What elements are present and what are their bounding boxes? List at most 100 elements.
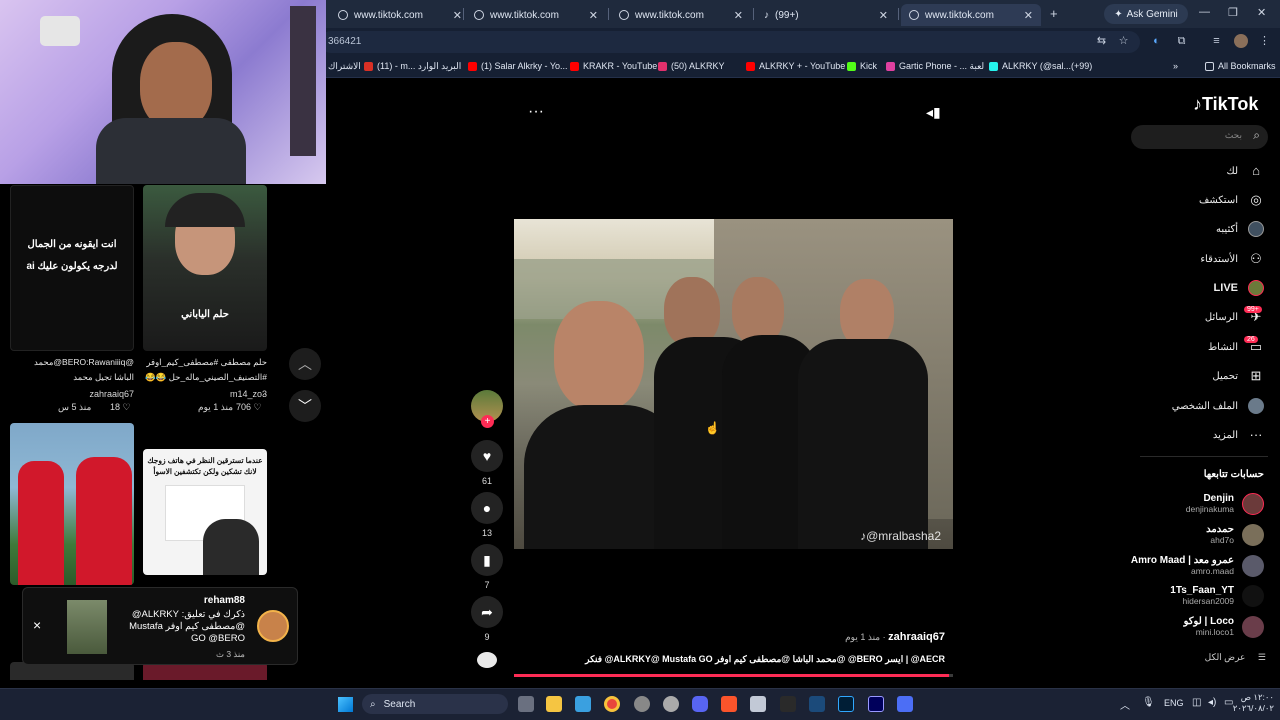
bookmark-item[interactable]: KRAKR - YouTube xyxy=(570,61,657,71)
browser-tab-2[interactable]: www.tiktok.com ✕ xyxy=(466,4,606,26)
account-avatar[interactable] xyxy=(1242,585,1264,607)
followed-account[interactable]: Amro Maad | عمرو معد amro.maad xyxy=(1100,555,1234,576)
bookmark-item[interactable]: الاشتراك xyxy=(328,61,361,72)
store-icon[interactable] xyxy=(575,696,591,712)
volume-icon[interactable]: ◂) xyxy=(1208,697,1216,708)
close-tab-icon[interactable]: ✕ xyxy=(734,9,743,22)
share-button[interactable]: ➦ xyxy=(471,596,503,628)
video-author[interactable]: zahraaiq67 xyxy=(60,389,134,399)
followed-account[interactable]: 1Ts_Faan_YT hidersan2009 xyxy=(1100,585,1234,606)
bookmark-item[interactable]: ALKRKY (@sal...(+99) xyxy=(989,61,1092,71)
menu-kebab-icon[interactable]: ⋮ xyxy=(1258,35,1271,48)
browser-tab-5-active[interactable]: www.tiktok.com ✕ xyxy=(901,4,1041,26)
bookmark-star-icon[interactable]: ☆ xyxy=(1117,35,1130,48)
notification-toast[interactable]: × reham88 ذكرك في تعليق: ALKRKY@ @مصطفى … xyxy=(22,587,298,665)
video-caption[interactable]: @BERO:Rawaniiiq@محمد الباشا تجيل محمد xyxy=(12,355,134,385)
nav-item-upload[interactable]: ⊞ تحميل xyxy=(1212,368,1264,384)
nav-item-live[interactable]: LIVE xyxy=(1214,280,1264,296)
bookmark-item[interactable]: Gartic Phone - ... لعبة xyxy=(886,61,984,72)
close-tab-icon[interactable]: ✕ xyxy=(453,9,462,22)
close-tab-icon[interactable]: ✕ xyxy=(589,9,598,22)
search-input[interactable]: بحث ⌕ xyxy=(1131,125,1268,149)
nav-item-profile[interactable]: الملف الشخصي xyxy=(1172,398,1264,414)
bookmark-item[interactable]: ALKRKY + - YouTube xyxy=(746,61,845,71)
like-button[interactable]: ♥ xyxy=(471,440,503,472)
url-text[interactable]: 366421 xyxy=(328,36,361,47)
account-avatar[interactable] xyxy=(1242,555,1264,577)
minimize-icon[interactable]: — xyxy=(1199,6,1210,18)
tray-chevron-icon[interactable]: ︿ xyxy=(1120,697,1130,712)
address-bar[interactable] xyxy=(320,31,1140,53)
app-icon[interactable] xyxy=(663,696,679,712)
see-all-following[interactable]: عرض الكل ☰ xyxy=(1180,652,1266,663)
language-indicator[interactable]: ENG xyxy=(1164,698,1184,708)
taskbar-search[interactable]: ⌕ Search xyxy=(362,694,508,714)
progress-track[interactable] xyxy=(514,674,953,677)
video-thumbnail[interactable]: انت ايقونه من الجمال لدرجه يكولون عليك a… xyxy=(10,185,134,351)
chrome-icon[interactable] xyxy=(604,696,620,712)
browser-tab-1[interactable]: www.tiktok.com ✕ xyxy=(330,4,470,26)
extension-icon[interactable]: ◐ xyxy=(1150,35,1163,48)
account-avatar[interactable] xyxy=(1242,524,1264,546)
followed-account[interactable]: Denjin denjinakuma xyxy=(1100,493,1234,514)
video-thumbnail[interactable] xyxy=(10,423,134,585)
comment-button[interactable]: ● xyxy=(471,492,503,524)
follow-plus-icon[interactable]: + xyxy=(481,415,494,428)
nav-item-for-you[interactable]: ⌂ لك xyxy=(1227,163,1264,179)
app-icon[interactable] xyxy=(634,696,650,712)
translate-icon[interactable]: ⇆ xyxy=(1095,35,1108,48)
task-view-icon[interactable] xyxy=(518,696,534,712)
more-options-icon[interactable]: ··· xyxy=(528,103,544,121)
nav-item-following[interactable]: أكثيبه xyxy=(1216,221,1264,237)
ask-gemini-button[interactable]: ✦ Ask Gemini xyxy=(1104,4,1188,24)
app-icon[interactable] xyxy=(750,696,766,712)
video-author[interactable]: m14_zo3 xyxy=(200,389,267,399)
followed-account[interactable]: حمدمد ahd7o xyxy=(1100,524,1234,545)
nav-item-explore[interactable]: ◎ استكشف xyxy=(1199,192,1264,208)
bookmark-item[interactable]: (50) ALKRKY xyxy=(658,61,725,71)
media-control-icon[interactable]: ≡ xyxy=(1210,35,1223,48)
all-bookmarks[interactable]: All Bookmarks xyxy=(1205,61,1276,71)
app-icon[interactable] xyxy=(897,696,913,712)
microphone-icon[interactable]: 🎙 xyxy=(1142,697,1155,708)
steam-icon[interactable] xyxy=(809,696,825,712)
discord-icon[interactable] xyxy=(692,696,708,712)
close-icon[interactable]: × xyxy=(33,617,41,633)
video-author[interactable]: zahraaiq67 xyxy=(888,631,945,643)
followed-account[interactable]: لوكو | Loco mini.loco1 xyxy=(1100,616,1234,637)
premiere-icon[interactable] xyxy=(868,696,884,712)
previous-video-button[interactable]: ︿ xyxy=(289,348,321,380)
bookmark-item[interactable]: (11) - m... البريد الوارد xyxy=(364,61,461,72)
sound-disc-icon[interactable] xyxy=(477,652,497,668)
photoshop-icon[interactable] xyxy=(838,696,854,712)
bookmark-item[interactable]: (1) Salar Alkrky - Yo... xyxy=(468,61,568,71)
next-video-button[interactable]: ﹀ xyxy=(289,390,321,422)
clock[interactable]: ١٢:٠٠ ص ٢٠٢٦/٠٨/٠٢ xyxy=(1230,692,1274,714)
video-player[interactable]: ♪@mralbasha2 xyxy=(514,219,953,549)
save-button[interactable]: ▮ xyxy=(471,544,503,576)
account-avatar[interactable] xyxy=(1242,616,1264,638)
start-icon[interactable] xyxy=(338,697,353,712)
nav-item-more[interactable]: ··· المزيد xyxy=(1213,427,1264,443)
browser-tab-3[interactable]: www.tiktok.com ✕ xyxy=(611,4,751,26)
bookmark-item[interactable]: Kick xyxy=(847,61,877,71)
profile-avatar-icon[interactable] xyxy=(1234,34,1248,48)
maximize-icon[interactable]: ❐ xyxy=(1228,6,1238,19)
puzzle-icon[interactable]: ⧉ xyxy=(1175,35,1188,48)
nav-item-friends[interactable]: ⚇ الأستدقاء xyxy=(1200,251,1264,267)
tiktok-logo[interactable]: ♪TikTok xyxy=(1193,94,1258,115)
video-thumbnail[interactable]: حلم الياباني xyxy=(143,185,267,351)
file-explorer-icon[interactable] xyxy=(546,696,562,712)
browser-tab-4[interactable]: ♪ (99+) ✕ xyxy=(756,4,896,26)
close-tab-icon[interactable]: ✕ xyxy=(1024,9,1033,22)
close-window-icon[interactable]: ✕ xyxy=(1257,6,1266,19)
network-icon[interactable]: ◫ xyxy=(1192,697,1201,708)
more-bookmarks-icon[interactable]: » xyxy=(1173,61,1178,71)
new-tab-button[interactable]: + xyxy=(1050,6,1058,21)
video-caption[interactable]: AECR@ | ايسر BERO@ @محمد الباشا @مصطفى ك… xyxy=(560,654,945,665)
brave-icon[interactable] xyxy=(721,696,737,712)
close-tab-icon[interactable]: ✕ xyxy=(879,9,888,22)
video-thumbnail[interactable]: عندما تسترقين النظر في هاتف زوجك لانك تش… xyxy=(143,449,267,575)
capcut-icon[interactable] xyxy=(780,696,796,712)
account-avatar[interactable] xyxy=(1242,493,1264,515)
